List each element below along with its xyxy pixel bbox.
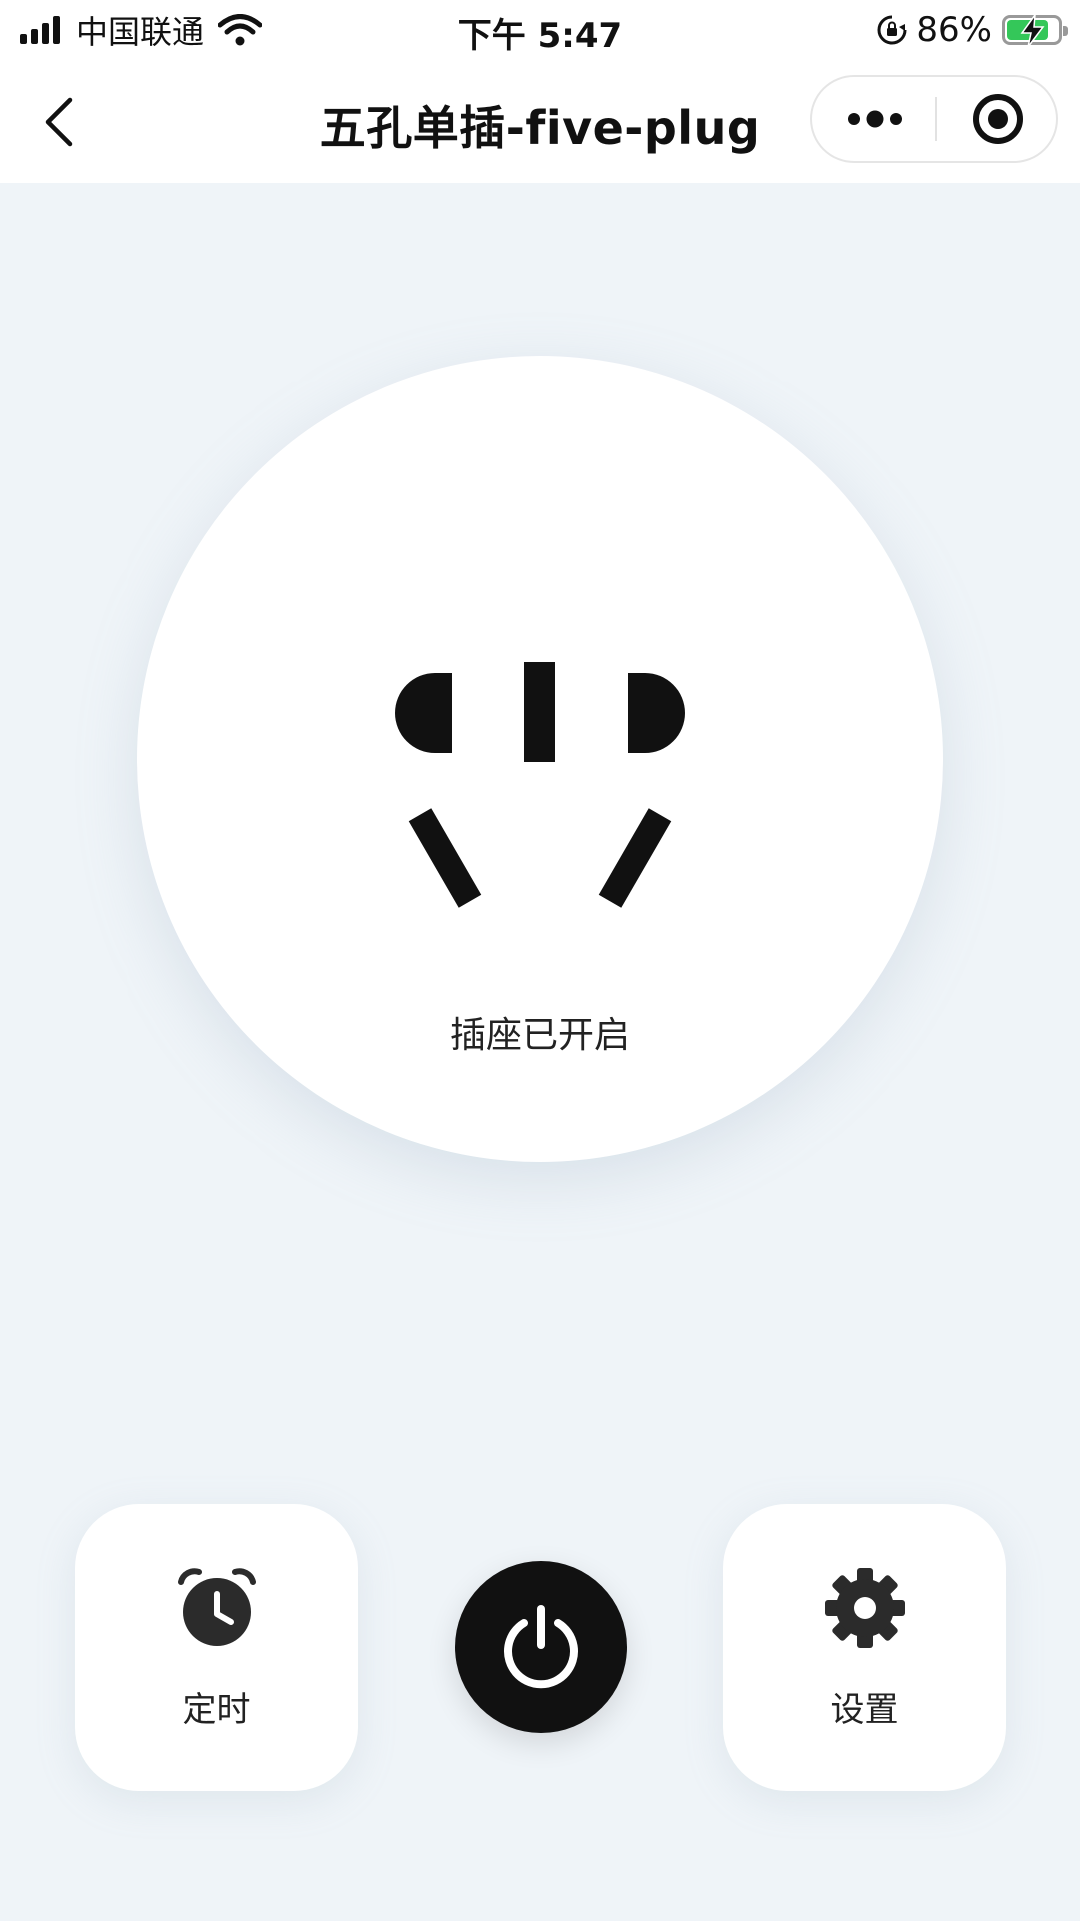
timer-label: 定时: [182, 1690, 251, 1730]
settings-button[interactable]: 设置: [723, 1504, 1006, 1791]
gear-icon: [825, 1568, 905, 1648]
alarm-clock-icon: [178, 1568, 256, 1646]
battery-percent: 86%: [916, 10, 992, 50]
more-button[interactable]: [812, 77, 936, 161]
five-pin-socket-icon: [395, 662, 685, 908]
nav-bar: 五孔单插-five-plug: [0, 62, 1080, 183]
status-bar: 中国联通 下午 5:47 86%: [0, 0, 1080, 62]
settings-label: 设置: [830, 1690, 899, 1730]
battery-charging-icon: [1002, 14, 1068, 48]
more-icon: [848, 110, 902, 128]
target-icon: [973, 94, 1023, 144]
socket-status-text: 插座已开启: [449, 1015, 630, 1056]
socket-panel: 插座已开启: [137, 356, 943, 1162]
power-button[interactable]: [455, 1561, 627, 1733]
top-bar: 中国联通 下午 5:47 86% 五孔单插-five-plug: [0, 0, 1080, 183]
rotation-lock-icon: [877, 15, 907, 45]
close-miniprogram-button[interactable]: [936, 77, 1056, 161]
power-icon: [504, 1605, 578, 1689]
status-right: 86%: [876, 8, 1068, 52]
timer-button[interactable]: 定时: [75, 1504, 358, 1791]
menu-capsule: [810, 75, 1058, 163]
